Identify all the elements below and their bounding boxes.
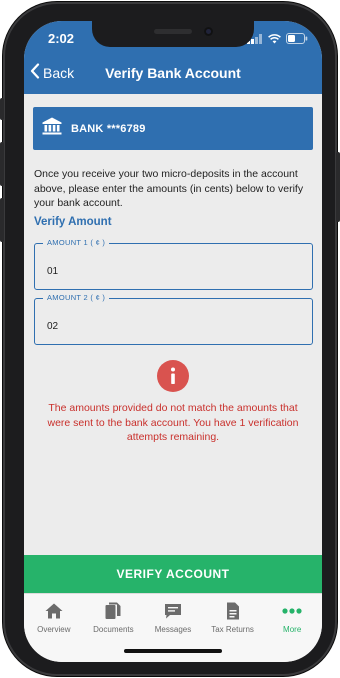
messages-icon: [164, 602, 182, 620]
tab-more[interactable]: More: [262, 594, 322, 662]
documents-icon: [105, 602, 121, 620]
tab-messages-label: Messages: [154, 625, 192, 634]
app-screen: 2:02 Back Verify Bank Account BANK ***67…: [24, 21, 322, 662]
front-camera: [204, 27, 213, 36]
amount-2-field[interactable]: AMOUNT 2 ( ¢ ): [34, 293, 313, 345]
volume-up-button: [0, 142, 4, 186]
power-button: [336, 152, 340, 222]
bank-account-label: BANK ***6789: [71, 122, 146, 135]
info-icon: [157, 360, 189, 392]
bank-account-card: BANK ***6789: [33, 107, 313, 150]
tab-documents-label: Documents: [93, 625, 134, 634]
chevron-left-icon: [30, 63, 40, 82]
error-message: The amounts provided do not match the am…: [47, 402, 299, 443]
tab-tax-returns-label: Tax Returns: [211, 625, 254, 634]
amount-1-legend: AMOUNT 1 ( ¢ ): [43, 238, 110, 247]
tab-overview[interactable]: Overview: [24, 594, 84, 662]
status-icons: [247, 33, 308, 44]
amount-1-field[interactable]: AMOUNT 1 ( ¢ ): [34, 238, 313, 290]
silent-switch: [0, 98, 4, 120]
bank-icon: [42, 117, 62, 140]
tax-returns-icon: [225, 602, 241, 620]
amount-2-input[interactable]: [47, 319, 297, 333]
tab-more-label: More: [283, 625, 302, 634]
instructions-text: Once you receive your two micro-deposits…: [34, 168, 304, 209]
amount-1-input[interactable]: [47, 264, 297, 278]
home-icon: [45, 602, 63, 620]
wifi-icon: [268, 33, 281, 44]
verify-account-button[interactable]: VERIFY ACCOUNT: [24, 555, 322, 593]
battery-icon: [286, 33, 308, 44]
back-button[interactable]: Back: [30, 63, 74, 82]
notch: [92, 21, 254, 47]
tab-overview-label: Overview: [37, 625, 71, 634]
speaker: [154, 29, 192, 34]
amount-2-legend: AMOUNT 2 ( ¢ ): [43, 293, 110, 302]
back-label: Back: [43, 64, 75, 81]
verify-amount-heading: Verify Amount: [34, 216, 112, 228]
phone-frame: 2:02 Back Verify Bank Account BANK ***67…: [0, 2, 340, 676]
status-time: 2:02: [48, 31, 75, 46]
home-indicator: [124, 649, 222, 653]
volume-down-button: [0, 198, 4, 242]
more-icon: [282, 602, 302, 620]
main-content: BANK ***6789 Once you receive your two m…: [24, 94, 322, 564]
